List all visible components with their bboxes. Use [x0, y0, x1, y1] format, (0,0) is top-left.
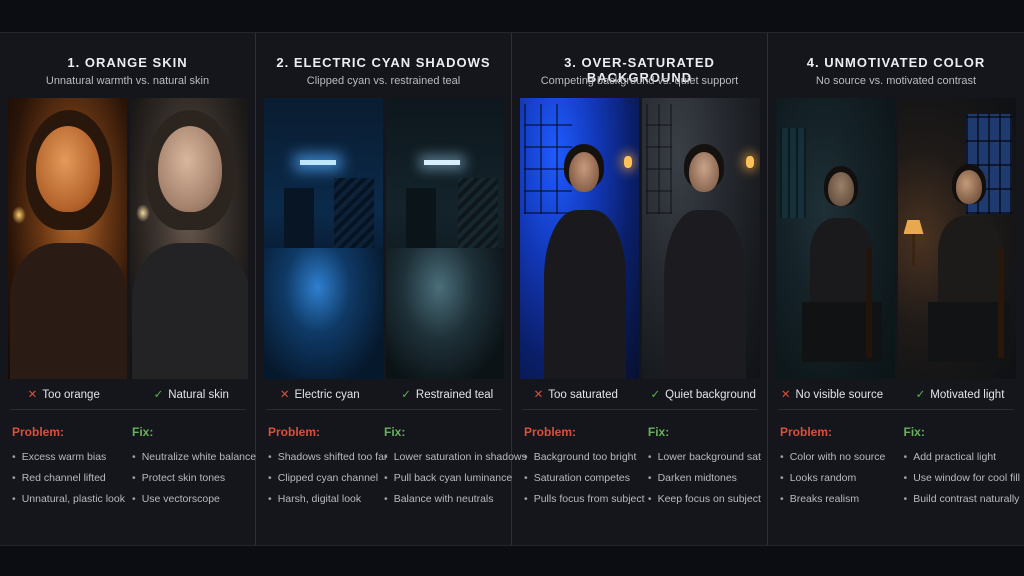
- problem-item: • Shadows shifted too far: [268, 451, 388, 463]
- problem-fix-columns: Problem: • Shadows shifted too far • Clipp…: [268, 425, 527, 514]
- good-result-label: ✓ Motivated light: [915, 389, 1005, 401]
- fix-item: • Darken midtones: [647, 472, 737, 484]
- panel-over-saturated-background: 3. OVER-SATURATED BACKGROUND Competing b…: [512, 33, 768, 545]
- fix-column: Fix: • Neutralize white balance • Protect …: [132, 425, 257, 514]
- fix-column: Fix: • Lower saturation in shadows • Pull …: [384, 425, 527, 514]
- fix-heading: Fix:: [647, 425, 670, 439]
- result-labels: ✕ Too orange ✓ Natural skin: [0, 387, 255, 401]
- problem-column: Problem: • Excess warm bias • Red channel …: [12, 425, 132, 514]
- fix-item: • Pull back cyan luminance: [384, 472, 513, 484]
- image-good-motivated-light: [897, 98, 1016, 379]
- fix-item: • Lower saturation in shadows: [384, 451, 527, 463]
- divider: [266, 409, 502, 410]
- bad-result-label: ✕ Electric cyan: [279, 389, 360, 401]
- good-result-label: ✓ Natural skin: [153, 389, 229, 401]
- panel-unmotivated-color: 4. UNMOTIVATED COLOR No source vs. motiv…: [768, 33, 1024, 545]
- image-good-natural-skin: [129, 98, 248, 379]
- fix-item: • Protect skin tones: [132, 472, 226, 484]
- problem-item: • Unnatural, plastic look: [12, 493, 125, 505]
- problem-item: • Saturation competes: [524, 472, 630, 484]
- problem-heading: Problem:: [780, 425, 833, 439]
- panel-subtitle: Competing background vs. quiet support: [540, 75, 739, 87]
- panel-orange-skin: 1. ORANGE SKIN Unnatural warmth vs. natu…: [0, 33, 256, 545]
- problem-heading: Problem:: [268, 425, 321, 439]
- bad-result-label: ✕ Too orange: [27, 389, 100, 401]
- problem-heading: Problem:: [524, 425, 577, 439]
- result-labels: ✕ No visible source ✓ Motivated light: [768, 387, 1024, 401]
- bad-result-label: ✕ No visible source: [780, 389, 884, 401]
- problem-item: • Pulls focus from subject: [524, 493, 645, 505]
- fix-item: • Keep focus on subject: [647, 493, 761, 505]
- problem-fix-columns: Problem: • Excess warm bias • Red channel …: [12, 425, 257, 514]
- fix-column: Fix: • Add practical light • Use window fo…: [904, 425, 1020, 514]
- problem-fix-columns: Problem: • Background too bright • Saturat…: [524, 425, 764, 514]
- panel-subtitle: Clipped cyan vs. restrained teal: [306, 75, 461, 87]
- image-bad-too-saturated: [520, 98, 639, 379]
- problem-item: • Background too bright: [524, 451, 637, 463]
- check-icon: ✓: [153, 389, 164, 401]
- problem-column: Problem: • Background too bright • Saturat…: [524, 425, 648, 514]
- good-result-label: ✓ Quiet background: [650, 389, 756, 401]
- fix-item: • Balance with neutrals: [384, 493, 494, 505]
- fix-item: • Use vectorscope: [132, 493, 220, 505]
- cross-icon: ✕: [533, 389, 544, 401]
- panel-title: 1. ORANGE SKIN: [67, 55, 188, 70]
- image-bad-no-visible-source: [776, 98, 895, 379]
- fix-heading: Fix:: [384, 425, 406, 439]
- fix-item: • Add practical light: [903, 451, 997, 463]
- check-icon: ✓: [650, 389, 661, 401]
- image-pair: [520, 98, 760, 379]
- fix-item: • Use window for cool fill: [903, 472, 1020, 484]
- fix-item: • Build contrast naturally: [903, 493, 1020, 505]
- problem-item: • Looks random: [780, 472, 857, 484]
- fix-heading: Fix:: [132, 425, 154, 439]
- problem-item: • Red channel lifted: [12, 472, 106, 484]
- image-bad-electric-cyan: [264, 98, 383, 379]
- image-pair: [264, 98, 504, 379]
- check-icon: ✓: [401, 389, 411, 401]
- panel-title: 2. ELECTRIC CYAN SHADOWS: [276, 55, 491, 70]
- image-good-restrained-teal: [385, 98, 504, 379]
- check-icon: ✓: [915, 389, 926, 401]
- fix-heading: Fix:: [903, 425, 925, 439]
- good-result-label: ✓ Restrained teal: [401, 389, 494, 401]
- image-good-quiet-background: [641, 98, 760, 379]
- fix-item: • Lower background sat: [647, 451, 761, 463]
- problem-item: • Excess warm bias: [12, 451, 107, 463]
- comparison-board: 1. ORANGE SKIN Unnatural warmth vs. natu…: [0, 32, 1024, 546]
- panel-subtitle: No source vs. motivated contrast: [815, 75, 977, 87]
- fix-item: • Neutralize white balance: [132, 451, 257, 463]
- panel-electric-cyan: 2. ELECTRIC CYAN SHADOWS Clipped cyan vs…: [256, 33, 527, 545]
- divider: [522, 409, 758, 410]
- problem-fix-columns: Problem: • Color with no source • Looks ra…: [780, 425, 1020, 514]
- panel-subtitle: Unnatural warmth vs. natural skin: [45, 75, 210, 87]
- cross-icon: ✕: [27, 389, 38, 401]
- result-labels: ✕ Too saturated ✓ Quiet background: [512, 387, 767, 401]
- problem-item: • Clipped cyan channel: [268, 472, 379, 484]
- problem-column: Problem: • Color with no source • Looks ra…: [780, 425, 904, 514]
- image-pair: [8, 98, 248, 379]
- result-labels: ✕ Electric cyan ✓ Restrained teal: [256, 387, 511, 401]
- problem-heading: Problem:: [12, 425, 65, 439]
- image-pair: [776, 98, 1016, 379]
- problem-item: • Color with no source: [780, 451, 886, 463]
- problem-column: Problem: • Shadows shifted too far • Clipp…: [268, 425, 388, 514]
- problem-item: • Breaks realism: [780, 493, 860, 505]
- fix-column: Fix: • Lower background sat • Darken midto…: [648, 425, 764, 514]
- problem-item: • Harsh, digital look: [268, 493, 362, 505]
- divider: [778, 409, 1014, 410]
- panel-title: 4. UNMOTIVATED COLOR: [806, 55, 986, 70]
- cross-icon: ✕: [780, 389, 791, 401]
- image-bad-orange-skin: [8, 98, 127, 379]
- bad-result-label: ✕ Too saturated: [533, 389, 618, 401]
- divider: [10, 409, 246, 410]
- cross-icon: ✕: [279, 389, 290, 401]
